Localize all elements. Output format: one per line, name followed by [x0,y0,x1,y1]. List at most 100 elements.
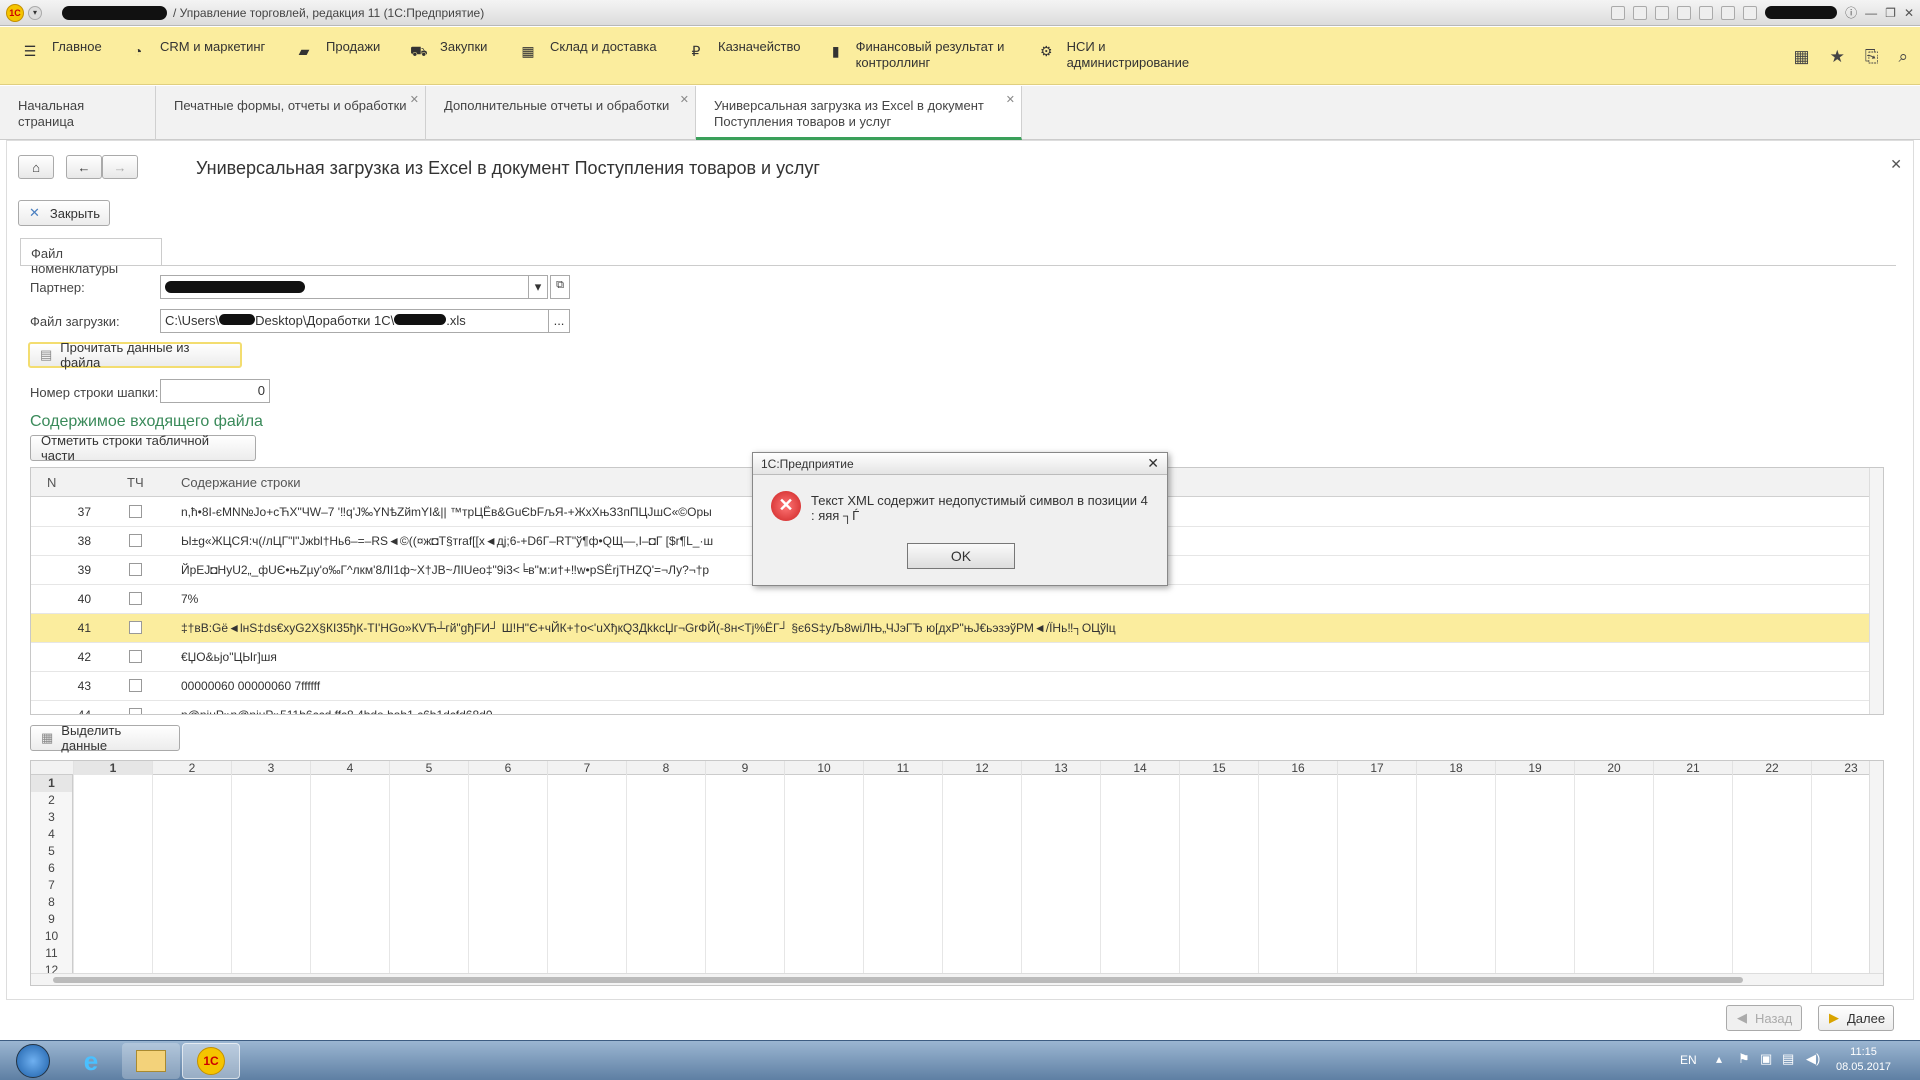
tray-clock[interactable]: 11:15 08.05.2017 [1836,1045,1891,1075]
close-form-icon[interactable]: ✕ [1890,156,1902,173]
1c-logo-icon[interactable]: 1С [6,3,24,22]
grid-column-label[interactable]: 11 [863,761,942,775]
window-menu-icon[interactable]: ▾ [28,5,42,20]
partner-dropdown-button[interactable]: ▾ [528,275,548,299]
back-button[interactable]: ◀ Назад [1726,1005,1802,1031]
tab-additional-reports[interactable]: Дополнительные отчеты и обработки ✕ [426,86,696,140]
tray-expand-icon[interactable]: ▴ [1716,1052,1722,1066]
row-checkbox[interactable] [129,563,142,576]
table-row[interactable]: 43 00000060 00000060 7ffffff [31,672,1869,701]
grid-column-label[interactable]: 3 [231,761,310,775]
apps-grid-icon[interactable]: ▦ [1794,47,1810,67]
grid-row-label[interactable]: 10 [31,928,73,945]
calendar-icon[interactable] [1721,5,1736,20]
spreadsheet-grid[interactable]: 1 2 3 4 5 6 7 8 9 10 11 12 13 14 15 16 17 18 19 20 21 22 23 1 2 3… [30,760,1884,986]
select-data-button[interactable]: ▦ Выделить данные [30,723,180,753]
tray-device-icon[interactable]: ▣ [1760,1051,1772,1067]
back-nav-button[interactable]: ← [66,155,102,179]
grid-column-label[interactable]: 5 [389,761,468,775]
subtab-nomenclature-file[interactable]: Файл номенклатуры [20,238,162,276]
grid-column-label[interactable]: 10 [784,761,863,775]
mark-rows-button[interactable]: Отметить строки табличной части [30,433,256,463]
section-crm[interactable]: ◔ CRM и маркетинг [130,39,266,59]
row-checkbox[interactable] [129,534,142,547]
tray-network-icon[interactable]: ▤ [1782,1051,1794,1067]
grid-column-label[interactable]: 6 [468,761,547,775]
language-indicator[interactable]: EN [1680,1053,1697,1067]
close-window-icon[interactable]: ✕ [1904,6,1914,20]
grid-column-label[interactable]: 14 [1100,761,1179,775]
grid-column-label[interactable]: 12 [942,761,1021,775]
section-purchases[interactable]: ⛟ Закупки [410,39,487,59]
section-warehouse[interactable]: ▦ Склад и доставка [520,39,656,59]
save-icon[interactable] [1655,5,1670,20]
section-sales[interactable]: ▰ Продажи [296,39,381,59]
grid-column-label[interactable]: 9 [705,761,784,775]
grid-row-label[interactable]: 6 [31,860,73,877]
info-icon[interactable]: ⓘ [1845,4,1857,21]
column-n[interactable]: N [47,475,56,490]
star-icon[interactable]: ★ [1830,47,1845,67]
file-path-field[interactable]: C:\Users\ Desktop\Доработки 1С\ .xls [160,309,550,333]
history-icon[interactable]: ⎘ [1865,47,1879,67]
toolbar-icon[interactable] [1611,5,1626,20]
taskbar-1c[interactable]: 1С [182,1043,240,1079]
minimize-icon[interactable]: — [1865,6,1877,20]
table-row[interactable]: 41 ‡†вВ:Gё◄lнS‡ds€хуG2Х§КІ35ђК-ТІ'НGо»КVЋ… [31,614,1869,643]
layout-icon[interactable] [1743,5,1758,20]
favorites-icon[interactable] [1677,5,1692,20]
row-checkbox[interactable] [129,505,142,518]
grid-column-label[interactable]: 7 [547,761,626,775]
file-browse-button[interactable]: ... [548,309,570,333]
ok-button[interactable]: OK [907,543,1015,569]
partner-field[interactable] [160,275,530,299]
grid-column-label[interactable]: 17 [1337,761,1416,775]
table-row[interactable]: 44 n@niuP»n@niuP»511b6ccd ffc8 4bde bab1 … [31,701,1869,714]
section-main[interactable]: ☰ Главное [22,39,102,59]
grid-row-label[interactable]: 9 [31,911,73,928]
tab-excel-import[interactable]: Универсальная загрузка из Excel в докуме… [696,86,1022,140]
dialog-close-icon[interactable]: ✕ [1147,455,1159,472]
grid-row-label[interactable]: 3 [31,809,73,826]
calculator-icon[interactable] [1699,5,1714,20]
grid-column-label[interactable]: 16 [1258,761,1337,775]
grid-column-label[interactable]: 19 [1495,761,1574,775]
grid-vertical-scrollbar[interactable] [1869,761,1883,985]
grid-column-label[interactable]: 21 [1653,761,1732,775]
grid-column-label[interactable]: 15 [1179,761,1258,775]
grid-row-label[interactable]: 7 [31,877,73,894]
close-button[interactable]: ✕ Закрыть [18,200,110,226]
grid-row-label[interactable]: 4 [31,826,73,843]
header-row-field[interactable]: 0 [160,379,270,403]
tab-print-forms[interactable]: Печатные формы, отчеты и обработки ✕ [156,86,426,140]
row-checkbox[interactable] [129,650,142,663]
table-row[interactable]: 42 €ЏО&ьjо"ЦЫг]шя [31,643,1869,672]
grid-column-label[interactable]: 22 [1732,761,1811,775]
section-treasury[interactable]: ₽ Казначейство [688,39,801,59]
column-tch[interactable]: ТЧ [127,475,144,490]
grid-row-label[interactable]: 11 [31,945,73,962]
volume-icon[interactable]: ◀) [1806,1051,1820,1067]
grid-row-label[interactable]: 8 [31,894,73,911]
grid-row-label[interactable]: 2 [31,792,73,809]
maximize-icon[interactable]: ❐ [1885,6,1896,20]
column-content[interactable]: Содержание строки [181,475,300,490]
row-checkbox[interactable] [129,708,142,714]
grid-row-label[interactable]: 5 [31,843,73,860]
grid-column-label[interactable]: 20 [1574,761,1653,775]
grid-column-label[interactable]: 4 [310,761,389,775]
grid-row-label[interactable]: 1 [31,775,73,792]
grid-column-label[interactable]: 18 [1416,761,1495,775]
row-checkbox[interactable] [129,592,142,605]
home-button[interactable]: ⌂ [18,155,54,179]
close-tab-icon[interactable]: ✕ [680,92,689,108]
search-icon[interactable]: ⌕ [1898,47,1908,67]
grid-horizontal-scrollbar[interactable] [31,973,1883,985]
print-icon[interactable] [1633,5,1648,20]
next-button[interactable]: ▶ Далее [1818,1005,1894,1031]
row-checkbox[interactable] [129,621,142,634]
grid-column-label[interactable]: 13 [1021,761,1100,775]
close-tab-icon[interactable]: ✕ [1006,92,1015,108]
partner-open-button[interactable]: ⧉ [550,275,570,299]
taskbar-ie[interactable]: e [62,1043,120,1079]
